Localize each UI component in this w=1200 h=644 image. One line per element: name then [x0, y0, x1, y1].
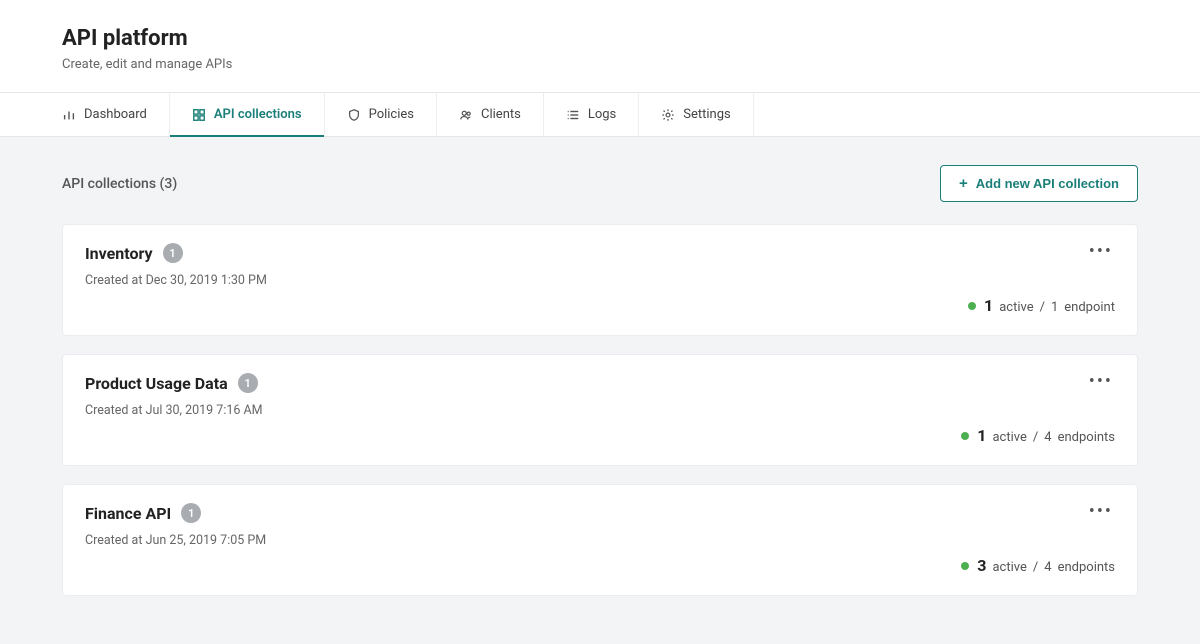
collection-name: Product Usage Data — [85, 374, 228, 393]
list-title: API collections (3) — [62, 176, 177, 192]
card-header: Product Usage Data 1 Created at Jul 30, … — [85, 373, 1115, 418]
status-dot-icon — [961, 562, 969, 570]
grid-icon — [192, 108, 206, 122]
users-icon — [459, 108, 473, 122]
collection-created: Created at Dec 30, 2019 1:30 PM — [85, 273, 267, 288]
active-label: active — [992, 430, 1026, 445]
collection-badge: 1 — [181, 503, 201, 523]
active-label: active — [992, 560, 1026, 575]
endpoint-label: endpoint — [1064, 300, 1115, 315]
collection-status: 1 active / 4 endpoints — [85, 426, 1115, 445]
tab-label: Clients — [481, 107, 521, 122]
more-icon[interactable]: ••• — [1087, 243, 1115, 261]
collection-created: Created at Jun 25, 2019 7:05 PM — [85, 533, 266, 548]
endpoint-count: 4 — [1044, 560, 1051, 575]
active-count: 1 — [977, 426, 986, 445]
add-collection-label: Add new API collection — [976, 176, 1119, 191]
shield-icon — [347, 108, 361, 122]
endpoint-count: 4 — [1044, 430, 1051, 445]
card-header: Finance API 1 Created at Jun 25, 2019 7:… — [85, 503, 1115, 548]
collection-badge: 1 — [163, 243, 183, 263]
card-header: Inventory 1 Created at Dec 30, 2019 1:30… — [85, 243, 1115, 288]
active-label: active — [999, 300, 1033, 315]
list-count: 3 — [164, 176, 172, 192]
collection-created: Created at Jul 30, 2019 7:16 AM — [85, 403, 263, 418]
tab-bar: Dashboard API collections Policies Clien… — [0, 92, 1200, 137]
endpoint-count: 1 — [1051, 300, 1058, 315]
more-icon[interactable]: ••• — [1087, 503, 1115, 521]
collection-badge: 1 — [238, 373, 258, 393]
card-title-row: Inventory 1 — [85, 243, 267, 263]
gear-icon — [661, 108, 675, 122]
tab-logs[interactable]: Logs — [544, 93, 639, 136]
tab-settings[interactable]: Settings — [639, 93, 753, 136]
collection-name: Finance API — [85, 504, 171, 523]
tab-policies[interactable]: Policies — [325, 93, 437, 136]
tab-label: Policies — [369, 107, 414, 122]
tab-label: API collections — [214, 107, 302, 122]
tab-dashboard[interactable]: Dashboard — [62, 93, 170, 136]
collection-name: Inventory — [85, 244, 153, 263]
tab-clients[interactable]: Clients — [437, 93, 544, 136]
tab-label: Dashboard — [84, 107, 147, 122]
more-icon[interactable]: ••• — [1087, 373, 1115, 391]
active-count: 1 — [984, 296, 993, 315]
list-title-prefix: API collections — [62, 176, 156, 192]
page-subtitle: Create, edit and manage APIs — [62, 57, 1138, 72]
card-title-row: Product Usage Data 1 — [85, 373, 263, 393]
collections-list: Inventory 1 Created at Dec 30, 2019 1:30… — [62, 224, 1138, 596]
page-header: API platform Create, edit and manage API… — [0, 0, 1200, 92]
card-title-row: Finance API 1 — [85, 503, 266, 523]
main-content: API collections (3) + Add new API collec… — [0, 137, 1200, 644]
bar-chart-icon — [62, 108, 76, 122]
page-title: API platform — [62, 26, 1138, 51]
list-icon — [566, 108, 580, 122]
collection-status: 1 active / 1 endpoint — [85, 296, 1115, 315]
collection-card[interactable]: Product Usage Data 1 Created at Jul 30, … — [62, 354, 1138, 466]
endpoint-label: endpoints — [1058, 560, 1115, 575]
tab-collections[interactable]: API collections — [170, 93, 325, 136]
tab-label: Settings — [683, 107, 730, 122]
status-dot-icon — [968, 302, 976, 310]
plus-icon: + — [959, 176, 968, 191]
endpoint-label: endpoints — [1058, 430, 1115, 445]
add-collection-button[interactable]: + Add new API collection — [940, 165, 1138, 202]
collection-card[interactable]: Inventory 1 Created at Dec 30, 2019 1:30… — [62, 224, 1138, 336]
list-header: API collections (3) + Add new API collec… — [62, 165, 1138, 202]
collection-card[interactable]: Finance API 1 Created at Jun 25, 2019 7:… — [62, 484, 1138, 596]
status-dot-icon — [961, 432, 969, 440]
tab-label: Logs — [588, 107, 616, 122]
